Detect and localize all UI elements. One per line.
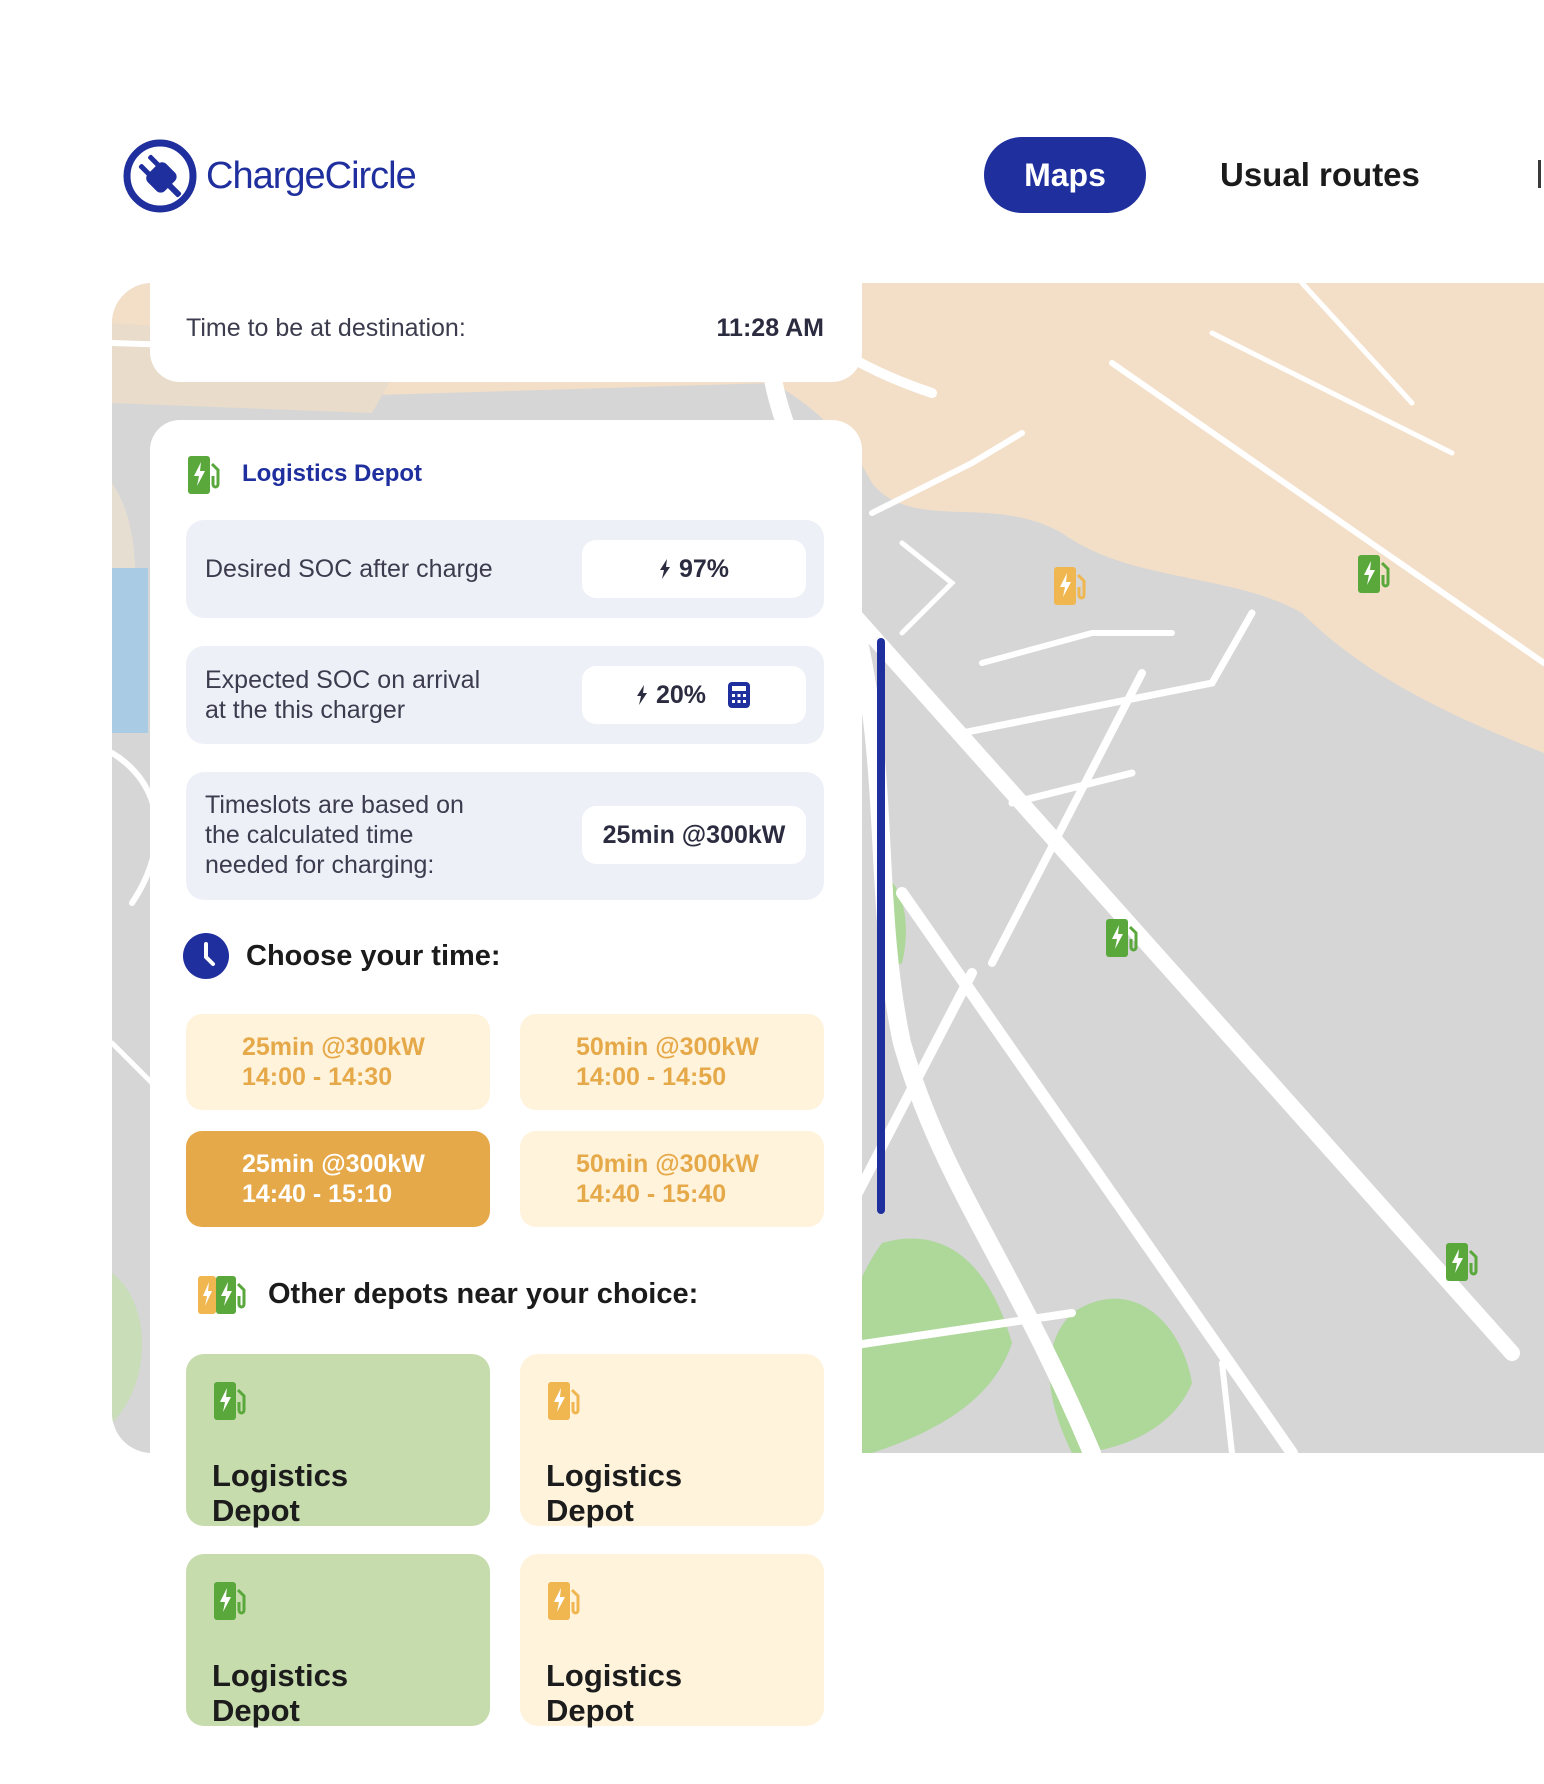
expected-soc-label-line2: at the this charger bbox=[205, 696, 406, 724]
timeslot-duration: 50min @300kW bbox=[576, 1150, 759, 1178]
map-marker-available-charger-icon[interactable] bbox=[1356, 551, 1396, 595]
destination-time-label: Time to be at destination: bbox=[186, 314, 466, 342]
other-depots-header: Other depots near your choice: bbox=[196, 1272, 698, 1316]
other-depot-card-available[interactable]: Logistics Depot bbox=[186, 1554, 490, 1728]
expected-soc-label: Expected SOC on arrival at the this char… bbox=[205, 665, 480, 725]
desired-soc-value: 97% bbox=[678, 554, 730, 583]
timeslot-basis-label: Timeslots are based on the calculated ti… bbox=[205, 790, 464, 880]
other-depots-title: Other depots near your choice: bbox=[268, 1277, 699, 1310]
ev-charger-icon bbox=[188, 456, 220, 494]
desired-soc-row: Desired SOC after charge 97% bbox=[186, 520, 824, 618]
selected-depot-header: Logistics Depot bbox=[186, 452, 422, 496]
timeslot-duration: 25min @300kW bbox=[242, 1150, 425, 1178]
map-marker-available-charger-icon[interactable] bbox=[1104, 915, 1144, 959]
other-depot-name: Logistics Depot bbox=[546, 1658, 682, 1728]
timeslot-option[interactable]: 50min @300kW 14:00 - 14:50 bbox=[520, 1014, 824, 1110]
destination-time-card: Time to be at destination: 11:28 AM bbox=[150, 270, 862, 382]
timeslot-basis-value: 25min @300kW bbox=[602, 820, 786, 849]
expected-soc-field[interactable]: 20% bbox=[582, 666, 806, 724]
desired-soc-input[interactable]: 97% bbox=[582, 540, 806, 598]
other-depot-card-available[interactable]: Logistics Depot bbox=[186, 1354, 490, 1528]
ev-charger-icon bbox=[214, 1582, 246, 1620]
other-depot-card-busy[interactable]: Logistics Depot bbox=[520, 1554, 824, 1728]
bolt-icon bbox=[636, 685, 647, 705]
map-marker-busy-charger-icon[interactable] bbox=[1052, 563, 1092, 607]
map-marker-available-charger-icon[interactable] bbox=[1444, 1239, 1484, 1283]
ev-charger-icon bbox=[548, 1582, 580, 1620]
ev-charger-icon bbox=[548, 1382, 580, 1420]
calculator-icon[interactable] bbox=[726, 681, 752, 709]
tab-overflow-edge bbox=[1538, 160, 1541, 188]
timeslot-option[interactable]: 50min @300kW 14:40 - 15:40 bbox=[520, 1131, 824, 1227]
other-depot-name: Logistics Depot bbox=[212, 1458, 348, 1528]
depot-name-line2: Depot bbox=[546, 1493, 634, 1528]
timeslot-duration: 25min @300kW bbox=[242, 1033, 425, 1061]
depot-name-line2: Depot bbox=[212, 1493, 300, 1528]
timeslot-basis-value-box: 25min @300kW bbox=[582, 806, 806, 864]
timeslot-basis-line3: needed for charging: bbox=[205, 851, 435, 879]
choose-time-title: Choose your time: bbox=[246, 939, 501, 972]
depot-name-line1: Logistics bbox=[212, 1658, 349, 1693]
timeslot-duration: 50min @300kW bbox=[576, 1033, 759, 1061]
other-depot-name: Logistics Depot bbox=[212, 1658, 348, 1728]
depot-name-line2: Depot bbox=[212, 1693, 300, 1728]
plug-circle-icon bbox=[123, 139, 197, 213]
app-name: ChargeCircle bbox=[206, 154, 417, 197]
selected-depot-name: Logistics Depot bbox=[242, 460, 423, 487]
other-depot-name: Logistics Depot bbox=[546, 1458, 682, 1528]
timeslot-range: 14:00 - 14:50 bbox=[576, 1063, 727, 1091]
depot-name-line2: Depot bbox=[546, 1693, 634, 1728]
clock-icon bbox=[183, 933, 229, 979]
choose-time-header: Choose your time: bbox=[182, 932, 501, 980]
expected-soc-value: 20% bbox=[655, 680, 707, 709]
tab-maps[interactable]: Maps bbox=[984, 137, 1146, 213]
timeslot-basis-row: Timeslots are based on the calculated ti… bbox=[186, 772, 824, 900]
timeslot-basis-line2: the calculated time bbox=[205, 821, 414, 849]
timeslot-range: 14:40 - 15:10 bbox=[242, 1180, 393, 1208]
brand-logo[interactable]: ChargeCircle bbox=[120, 136, 417, 216]
ev-charger-group-icon bbox=[198, 1276, 246, 1314]
panel-scrollbar[interactable] bbox=[877, 638, 885, 1214]
tab-usual-routes[interactable]: Usual routes bbox=[1220, 137, 1420, 213]
timeslot-range: 14:40 - 15:40 bbox=[576, 1180, 727, 1208]
desired-soc-label: Desired SOC after charge bbox=[205, 555, 493, 583]
other-depot-card-busy[interactable]: Logistics Depot bbox=[520, 1354, 824, 1528]
timeslot-option[interactable]: 25min @300kW 14:00 - 14:30 bbox=[186, 1014, 490, 1110]
depot-name-line1: Logistics bbox=[212, 1458, 349, 1493]
ev-charger-icon bbox=[214, 1382, 246, 1420]
expected-soc-label-line1: Expected SOC on arrival bbox=[205, 666, 481, 694]
timeslot-option-selected[interactable]: 25min @300kW 14:40 - 15:10 bbox=[186, 1131, 490, 1227]
destination-time-value[interactable]: 11:28 AM bbox=[717, 314, 824, 343]
depot-name-line1: Logistics bbox=[546, 1658, 683, 1693]
depot-name-line1: Logistics bbox=[546, 1458, 683, 1493]
expected-soc-row: Expected SOC on arrival at the this char… bbox=[186, 646, 824, 744]
timeslot-basis-line1: Timeslots are based on bbox=[205, 791, 464, 819]
bolt-icon bbox=[659, 559, 670, 579]
depot-booking-panel: Logistics Depot Desired SOC after charge… bbox=[150, 420, 862, 1784]
timeslot-range: 14:00 - 14:30 bbox=[242, 1063, 393, 1091]
